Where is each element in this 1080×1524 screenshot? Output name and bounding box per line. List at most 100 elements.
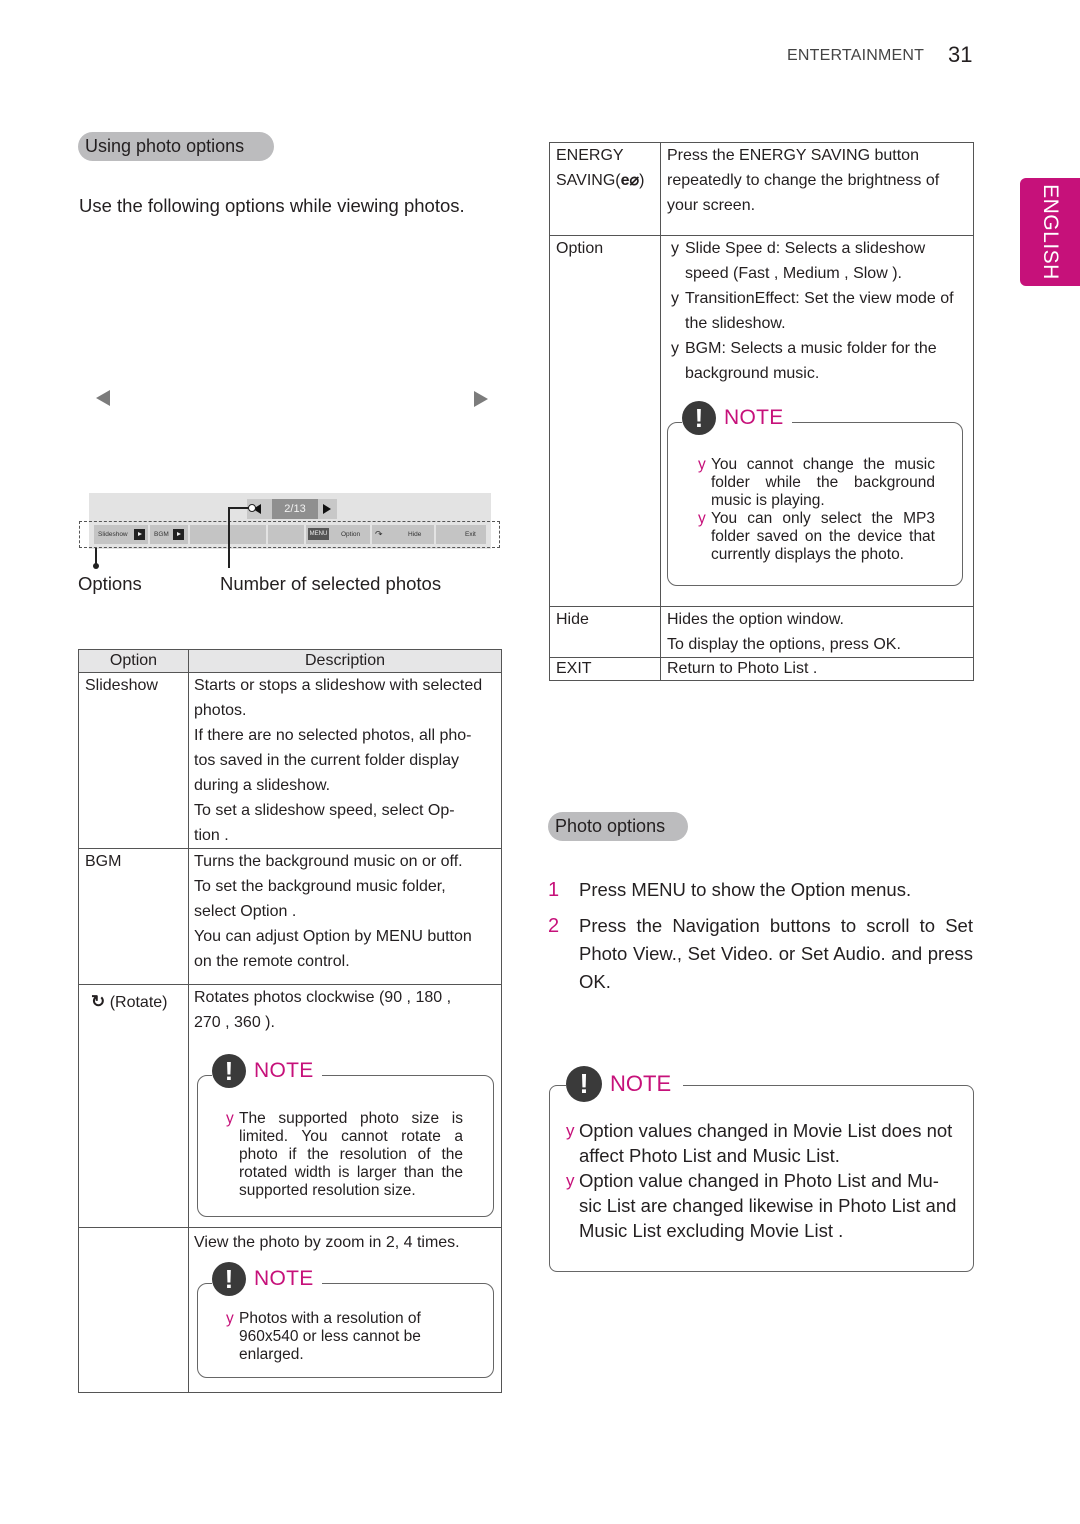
description-line: on the remote control. [194, 953, 350, 970]
language-tab-label: ENGLISH [1039, 184, 1062, 280]
energy-saving-icon: e⌀ [620, 172, 640, 189]
bullet-icon: y [671, 290, 679, 307]
description-line: Hides the option window. [667, 611, 844, 628]
table-row: Option y Slide Spee d: Selects a slidesho… [549, 235, 974, 607]
osd-slideshow-button: Slideshow [94, 525, 148, 544]
table-row: Hide Hides the option window. To display… [549, 606, 974, 658]
note-header: ! NOTE [566, 1066, 684, 1102]
callout-line [228, 508, 230, 568]
description-line: If there are no selected photos, all pho… [194, 727, 472, 744]
osd-bgm-button: BGM [150, 525, 188, 544]
photo-options-table: Option Description Slideshow Starts or s… [78, 649, 502, 1393]
description-line: Turns the background music on or off. [194, 853, 463, 870]
menu-key-icon: MENU [308, 528, 329, 540]
osd-empty-button [268, 525, 304, 544]
note-header: ! NOTE [682, 401, 792, 435]
option-label-part: SAVING( [556, 172, 621, 189]
step-item: 1 Press MENU to show the Option menus. [548, 876, 973, 904]
bullet-icon: y [698, 456, 706, 473]
intro-text: Use the following options while viewing … [79, 195, 465, 216]
note-list: y You cannot change the music folder whil… [698, 456, 935, 564]
osd-option-label: Option [341, 531, 361, 538]
note-item: y You can only select the MP3 folder save… [698, 510, 935, 564]
note-text: Option values changed in Movie List does… [579, 1120, 953, 1166]
play-icon [173, 529, 184, 540]
option-cell: BGM [78, 848, 189, 985]
description-cell: Return to Photo List . [660, 657, 974, 681]
note-title: NOTE [610, 1071, 672, 1096]
section-title-photo-options: Photo options [548, 812, 688, 841]
osd-empty-button [190, 525, 228, 544]
callout-count-label: Number of selected photos [220, 573, 442, 594]
note-header: ! NOTE [212, 1054, 322, 1088]
note-item: y You cannot change the music folder whil… [698, 456, 935, 510]
bullet-icon: y [226, 1310, 234, 1327]
bullet-icon: y [566, 1171, 575, 1190]
table-row: BGM Turns the background music on or off… [78, 848, 502, 985]
description-cell: Hides the option window. To display the … [660, 606, 974, 658]
section-title-using-photo-options: Using photo options [78, 132, 274, 161]
note-item: y Photos with a resolution of 960x540 or … [226, 1310, 441, 1364]
step-item: 2 Press the Navigation buttons to scroll… [548, 912, 973, 996]
bullet-icon: y [226, 1110, 234, 1127]
option-cell: ENERGY SAVING(e⌀) [549, 142, 661, 236]
option-cell [78, 1227, 189, 1393]
table-row: ↻ (Rotate) Rotates photos clockwise (90 … [78, 984, 502, 1228]
description-line: photos. [194, 702, 247, 719]
note-list: y The supported photo size is limited. Yo… [226, 1110, 463, 1200]
step-number: 2 [548, 915, 560, 937]
option-label: (Rotate) [109, 994, 168, 1011]
description-line: Starts or stops a slideshow with selecte… [194, 677, 483, 694]
note-box: ! NOTE y Photos with a resolution of 960x… [197, 1262, 494, 1378]
bullet-item: y TransitionEffect: Set the view mode of … [671, 286, 967, 336]
option-cell: ↻ (Rotate) [78, 984, 189, 1228]
bullet-item: y BGM: Selects a music folder for the bac… [671, 336, 967, 386]
step-number: 1 [548, 879, 560, 901]
description-line: during a slideshow. [194, 777, 331, 794]
counter-next-icon [323, 504, 331, 514]
description-line: Rotates photos clockwise (90 , 180 , [194, 989, 452, 1006]
osd-exit-button: Exit [436, 525, 486, 544]
description-line: View the photo by zoom in 2, 4 times. [194, 1234, 460, 1251]
note-text: Photos with a resolution of 960x540 or l… [239, 1310, 421, 1363]
description-cell: y Slide Spee d: Selects a slideshow speed… [660, 235, 974, 607]
section-header: ENTERTAINMENT [787, 47, 925, 64]
callout-line [228, 507, 250, 509]
option-cell: Slideshow [78, 672, 189, 849]
option-cell: EXIT [549, 657, 661, 681]
description-line: Press the ENERGY SAVING button [667, 147, 919, 164]
step-text: Press MENU to show the Option menus. [579, 879, 912, 900]
note-box: ! NOTE y The supported photo size is limi… [197, 1054, 494, 1217]
table-row: ENERGY SAVING(e⌀) Press the ENERGY SAVIN… [549, 142, 974, 236]
table-row: View the photo by zoom in 2, 4 times. ! … [78, 1227, 502, 1393]
osd-bgm-label: BGM [154, 531, 169, 538]
description-line: tion . [194, 827, 229, 844]
bullet-text: BGM: Selects a music folder for the back… [685, 340, 937, 382]
note-item: y The supported photo size is limited. Yo… [226, 1110, 463, 1200]
option-label: SAVING(e⌀) [556, 168, 654, 193]
note-title: NOTE [254, 1059, 314, 1082]
warning-icon: ! [212, 1054, 246, 1088]
bullet-icon: y [671, 340, 679, 357]
note-item: y Option value changed in Photo List and … [566, 1168, 958, 1243]
description-line: To set a slideshow speed, select Op- [194, 802, 455, 819]
counter-value: 2/13 [272, 499, 318, 519]
callout-dot [248, 504, 256, 512]
note-text: Option value changed in Photo List and M… [579, 1170, 957, 1241]
bullet-icon: y [566, 1121, 575, 1140]
play-icon [134, 529, 145, 540]
back-icon: ↷ [375, 529, 383, 539]
warning-icon: ! [212, 1262, 246, 1296]
description-line: You can adjust Option by MENU button [194, 928, 472, 945]
table-row: EXIT Return to Photo List . [549, 657, 974, 681]
bullet-icon: y [698, 510, 706, 527]
osd-hide-button: ↷ Hide [372, 525, 434, 544]
note-title: NOTE [254, 1267, 314, 1290]
note-item: y Option values changed in Movie List doe… [566, 1118, 958, 1168]
warning-icon: ! [566, 1066, 602, 1102]
note-list: y Photos with a resolution of 960x540 or … [226, 1310, 441, 1364]
osd-hide-label: Hide [408, 531, 422, 538]
option-cell: Option [549, 235, 661, 607]
bullet-text: Slide Spee d: Selects a slideshow speed … [685, 240, 926, 282]
note-text: You can only select the MP3 folder saved… [711, 510, 935, 563]
